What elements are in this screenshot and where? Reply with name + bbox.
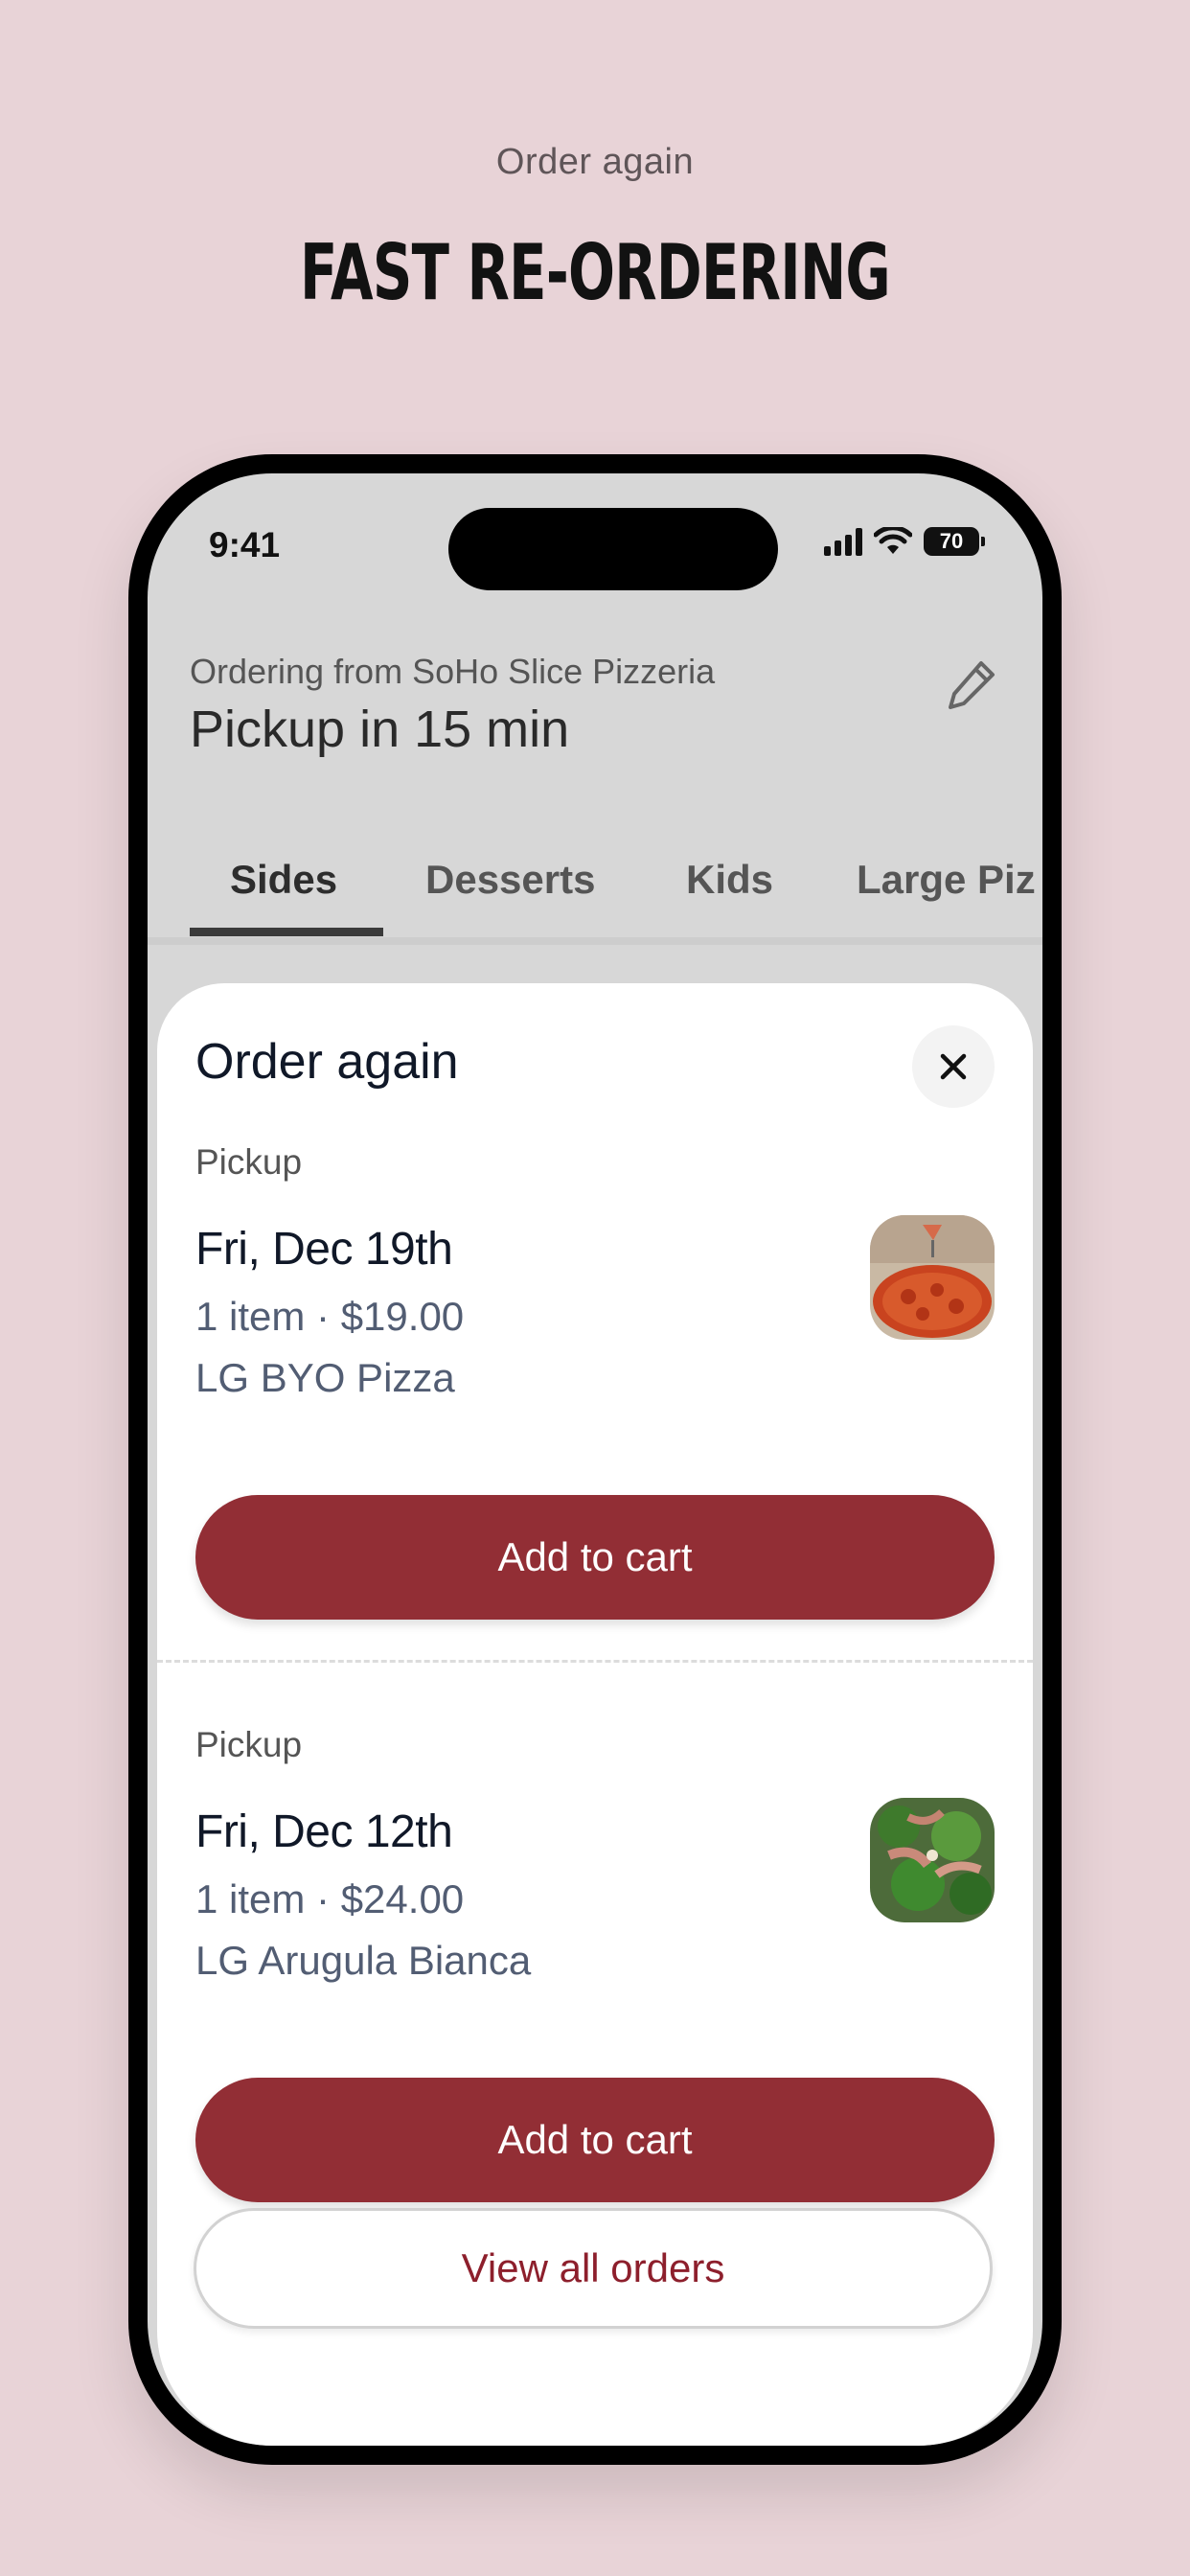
tabs-divider bbox=[148, 937, 1042, 945]
close-icon bbox=[940, 1053, 967, 1080]
dynamic-island bbox=[448, 508, 778, 590]
order-type: Pickup bbox=[195, 1725, 303, 1764]
tab-large-pizza[interactable]: Large Piz bbox=[857, 832, 1036, 928]
tab-desserts[interactable]: Desserts bbox=[425, 832, 595, 928]
add-to-cart-button[interactable]: Add to cart bbox=[195, 2078, 995, 2202]
view-all-orders-button[interactable]: View all orders bbox=[194, 2208, 993, 2329]
byo-pizza-thumbnail bbox=[870, 1215, 995, 1340]
pickup-time-label: Pickup in 15 min bbox=[190, 701, 570, 758]
order-date: Fri, Dec 19th bbox=[195, 1224, 453, 1275]
wifi-icon bbox=[874, 527, 912, 554]
order-item-name: LG Arugula Bianca bbox=[195, 1938, 532, 1983]
pencil-edit-icon[interactable] bbox=[943, 656, 1000, 713]
status-icons: 70 bbox=[824, 527, 985, 556]
phone-frame: 9:41 70 Ordering from SoHo Slice Pizzeri… bbox=[128, 454, 1062, 2465]
close-button[interactable] bbox=[912, 1025, 995, 1108]
tab-sides[interactable]: Sides bbox=[230, 832, 337, 928]
status-time: 9:41 bbox=[209, 525, 281, 564]
order-type: Pickup bbox=[195, 1142, 303, 1182]
order-item-name: LG BYO Pizza bbox=[195, 1355, 455, 1400]
order-date: Fri, Dec 12th bbox=[195, 1806, 453, 1857]
order-divider bbox=[157, 1660, 1033, 1663]
order-card: Pickup Fri, Dec 19th 1 item · $19.00 LG … bbox=[195, 1142, 995, 1622]
category-tabs: Sides Desserts Kids Large Piz bbox=[148, 832, 1042, 937]
order-summary: 1 item · $24.00 bbox=[195, 1876, 465, 1921]
order-summary: 1 item · $19.00 bbox=[195, 1294, 465, 1339]
battery-icon: 70 bbox=[924, 527, 985, 556]
marketing-title: FAST RE-ORDERING bbox=[300, 228, 891, 317]
tab-kids[interactable]: Kids bbox=[686, 832, 773, 928]
ordering-from-label: Ordering from SoHo Slice Pizzeria bbox=[190, 652, 716, 691]
phone-screen: 9:41 70 Ordering from SoHo Slice Pizzeri… bbox=[148, 473, 1042, 2446]
cellular-signal-icon bbox=[824, 527, 862, 556]
sheet-title: Order again bbox=[195, 1034, 459, 1090]
marketing-eyebrow: Order again bbox=[495, 142, 695, 182]
order-again-sheet: Order again Pickup Fri, Dec 19th 1 item … bbox=[157, 983, 1033, 2446]
order-card: Pickup Fri, Dec 12th 1 item · $24.00 LG … bbox=[195, 1725, 995, 2204]
arugula-pizza-thumbnail bbox=[870, 1798, 995, 1922]
add-to-cart-button[interactable]: Add to cart bbox=[195, 1495, 995, 1620]
active-tab-indicator bbox=[190, 928, 383, 936]
